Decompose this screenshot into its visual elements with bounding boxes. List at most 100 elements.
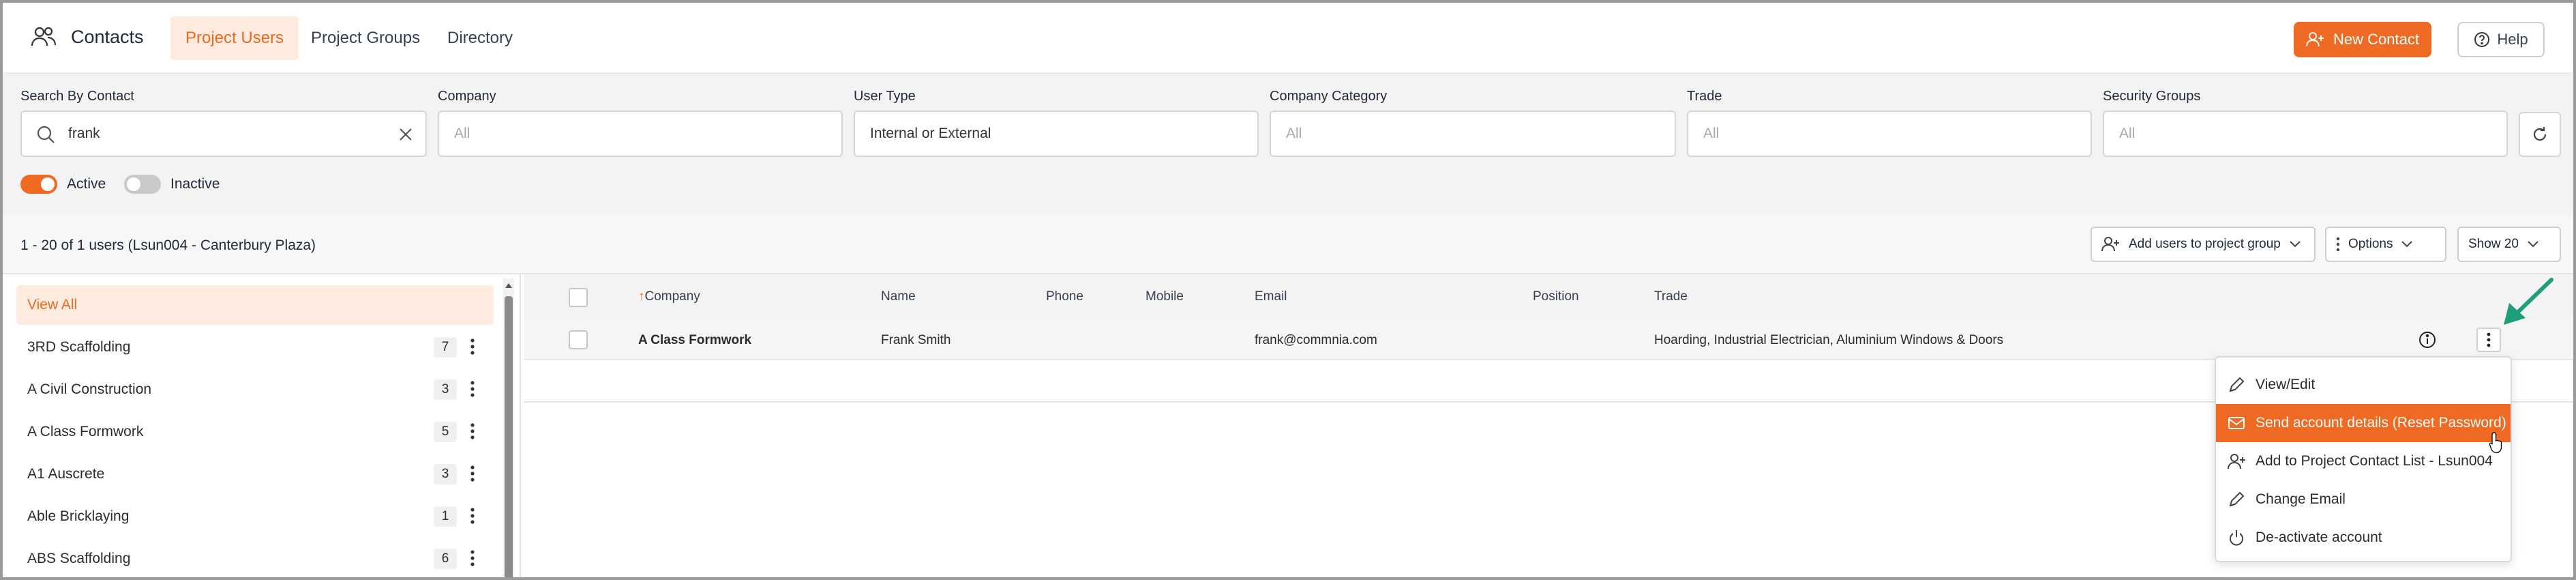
trade-select[interactable]: All: [1687, 111, 2092, 157]
mouse-pointer-icon: [2489, 432, 2502, 454]
security-groups-select[interactable]: All: [2103, 111, 2508, 157]
kebab-icon[interactable]: [466, 464, 479, 484]
annotation-arrow-icon: [2504, 278, 2553, 325]
menu-item-send-account-details[interactable]: Send account details (Reset Password): [2216, 404, 2511, 442]
table-row[interactable]: A Class Formwork Frank Smith frank@commn…: [524, 319, 2573, 360]
menu-item-label: De-activate account: [2256, 530, 2382, 545]
new-contact-button[interactable]: New Contact: [2294, 22, 2431, 57]
question-icon: [2474, 32, 2490, 47]
user-type-select[interactable]: Internal or External: [854, 111, 1259, 157]
sidebar-item-label: View All: [27, 297, 78, 313]
user-type-value: Internal or External: [870, 126, 991, 141]
menu-item-label: View/Edit: [2256, 377, 2316, 392]
tab-project-users[interactable]: Project Users: [170, 16, 299, 60]
sidebar-item-company[interactable]: A Class Formwork: [16, 412, 494, 452]
sidebar-item-company[interactable]: A Civil Construction: [16, 370, 494, 409]
column-header-mobile[interactable]: Mobile: [1145, 289, 1184, 304]
column-header-position[interactable]: Position: [1533, 289, 1579, 304]
sidebar-item-view-all[interactable]: View All: [16, 285, 494, 325]
company-category-label: Company Category: [1270, 89, 1388, 104]
reset-filters-button[interactable]: [2519, 112, 2561, 157]
add-user-icon: [2228, 454, 2245, 469]
menu-item-deactivate-account[interactable]: De-activate account: [2216, 519, 2511, 557]
kebab-icon: [2487, 332, 2491, 347]
new-contact-label: New Contact: [2333, 31, 2419, 48]
scrollbar-thumb[interactable]: [505, 296, 513, 577]
scroll-up-arrow-icon[interactable]: [503, 278, 514, 292]
trade-placeholder: All: [1703, 126, 1720, 141]
menu-item-label: Send account details (Reset Password): [2256, 415, 2506, 431]
kebab-icon[interactable]: [466, 549, 479, 569]
page-title: Contacts: [71, 26, 144, 47]
contacts-icon: [31, 27, 57, 46]
kebab-icon[interactable]: [466, 506, 479, 527]
sort-asc-icon: ↑: [638, 289, 645, 304]
page-size-label: Show 20: [2468, 237, 2519, 251]
user-type-label: User Type: [854, 89, 916, 104]
table-header: ↑Company Name Phone Mobile Email Positio…: [524, 274, 2573, 319]
power-icon: [2230, 530, 2243, 546]
results-summary-bar: 1 - 20 of 1 users (Lsun004 - Canterbury …: [3, 216, 2573, 274]
column-header-email[interactable]: Email: [1255, 289, 1287, 304]
tab-project-groups[interactable]: Project Groups: [296, 16, 435, 60]
sidebar-item-label: 3RD Scaffolding: [27, 339, 131, 355]
results-count-text: 1 - 20 of 1 users (Lsun004 - Canterbury …: [20, 237, 316, 253]
menu-item-change-email[interactable]: Change Email: [2216, 480, 2511, 519]
add-users-to-group-button[interactable]: Add users to project group: [2091, 227, 2316, 262]
sidebar-item-count: 5: [434, 422, 457, 442]
add-user-icon: [2306, 32, 2324, 47]
security-groups-placeholder: All: [2119, 126, 2136, 141]
page-size-select[interactable]: Show 20: [2457, 227, 2561, 262]
top-header: Contacts Project Users Project Groups Di…: [3, 3, 2573, 74]
inactive-toggle[interactable]: [124, 175, 161, 194]
add-users-to-group-label: Add users to project group: [2129, 237, 2281, 251]
info-icon[interactable]: [2418, 330, 2437, 349]
sidebar-item-company[interactable]: ABS Scaffolding: [16, 539, 494, 577]
active-toggle[interactable]: [20, 175, 57, 194]
chevron-down-icon: [2401, 241, 2413, 248]
security-groups-label: Security Groups: [2103, 89, 2201, 104]
kebab-icon[interactable]: [466, 337, 479, 358]
sidebar-item-company[interactable]: A1 Auscrete: [16, 454, 494, 494]
column-header-trade[interactable]: Trade: [1654, 289, 1688, 304]
search-input[interactable]: frank: [20, 111, 427, 157]
options-button[interactable]: Options: [2325, 227, 2446, 262]
column-header-label: Company: [644, 289, 700, 304]
search-value: frank: [68, 126, 100, 141]
clear-search-icon[interactable]: [397, 126, 415, 143]
kebab-icon[interactable]: [466, 379, 479, 400]
select-all-checkbox[interactable]: [569, 288, 588, 307]
search-icon: [37, 126, 55, 143]
menu-item-view-edit[interactable]: View/Edit: [2216, 366, 2511, 404]
sidebar-item-label: ABS Scaffolding: [27, 551, 131, 566]
sidebar-item-count: 7: [434, 337, 457, 358]
sidebar-item-company[interactable]: Able Bricklaying: [16, 497, 494, 536]
company-category-select[interactable]: All: [1270, 111, 1676, 157]
tab-directory[interactable]: Directory: [432, 16, 528, 60]
options-label: Options: [2348, 237, 2393, 251]
chevron-down-icon: [2290, 241, 2301, 248]
kebab-icon[interactable]: [466, 422, 479, 442]
kebab-icon: [2336, 237, 2340, 252]
search-label: Search By Contact: [20, 89, 134, 104]
sidebar-item-company[interactable]: 3RD Scaffolding: [16, 328, 494, 367]
toggle-knob: [41, 177, 55, 191]
row-actions-button[interactable]: [2476, 328, 2501, 352]
menu-item-label: Add to Project Contact List - Lsun004: [2256, 453, 2493, 469]
row-checkbox[interactable]: [569, 330, 588, 349]
cell-company: A Class Formwork: [638, 333, 752, 347]
company-select[interactable]: All: [438, 111, 843, 157]
row-actions-menu: View/Edit Send account details (Reset Pa…: [2215, 356, 2512, 562]
refresh-icon: [2533, 127, 2547, 141]
help-button[interactable]: Help: [2457, 22, 2545, 57]
menu-item-add-to-contact-list[interactable]: Add to Project Contact List - Lsun004: [2216, 442, 2511, 480]
pencil-icon: [2229, 491, 2245, 507]
sidebar-scrollbar[interactable]: [503, 278, 514, 577]
cell-email: frank@commnia.com: [1255, 333, 1377, 347]
add-user-icon: [2101, 237, 2119, 252]
company-placeholder: All: [454, 126, 470, 141]
column-header-name[interactable]: Name: [881, 289, 916, 304]
column-header-company[interactable]: ↑Company: [638, 289, 700, 304]
column-header-phone[interactable]: Phone: [1046, 289, 1083, 304]
sidebar-item-label: A1 Auscrete: [27, 466, 105, 482]
